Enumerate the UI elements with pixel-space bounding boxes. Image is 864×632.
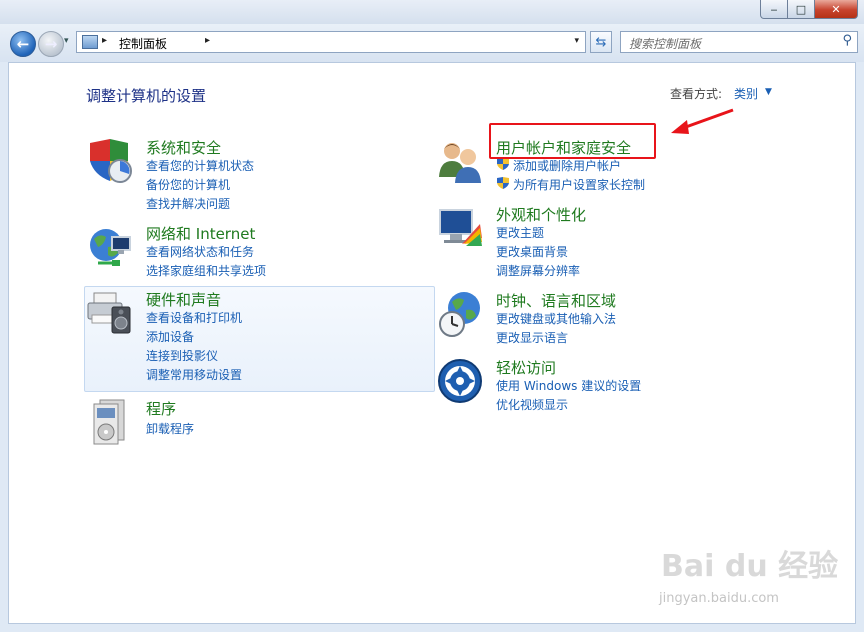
recent-pages-dropdown[interactable]: ▾	[64, 36, 69, 46]
breadcrumb-separator[interactable]: ▸	[205, 35, 210, 46]
link-change-input-method[interactable]: 更改键盘或其他输入法	[496, 310, 616, 327]
maximize-button[interactable]: □	[788, 0, 815, 19]
control-panel-icon	[82, 35, 98, 49]
breadcrumb-control-panel[interactable]: 控制面板	[119, 35, 167, 52]
network-internet-icon	[90, 229, 131, 266]
uac-shield-icon	[497, 177, 509, 189]
programs-icon	[93, 399, 125, 445]
link-devices-printers[interactable]: 查看设备和打印机	[146, 309, 242, 326]
uac-shield-icon	[497, 158, 509, 170]
link-homegroup-sharing[interactable]: 选择家庭组和共享选项	[146, 262, 266, 279]
link-view-computer-status[interactable]: 查看您的计算机状态	[146, 157, 254, 174]
address-bar[interactable]: ▸ 控制面板 ▸ ▾	[76, 31, 586, 53]
link-optimize-video[interactable]: 优化视频显示	[496, 396, 568, 413]
link-troubleshoot[interactable]: 查找并解决问题	[146, 195, 230, 212]
control-panel-content: 调整计算机的设置 查看方式: 类别 ▼ 系统和安全 查看您的计算机状态 备份您的…	[8, 62, 856, 624]
link-view-network-status[interactable]: 查看网络状态和任务	[146, 243, 254, 260]
minimize-button[interactable]: ‒	[760, 0, 788, 19]
chevron-down-icon[interactable]: ▼	[765, 87, 772, 97]
category-title[interactable]: 时钟、语言和区域	[496, 290, 616, 311]
address-dropdown-icon[interactable]: ▾	[574, 36, 579, 46]
baidu-watermark: Bai du 经验	[661, 549, 839, 584]
category-title[interactable]: 系统和安全	[146, 137, 221, 158]
baidu-watermark-url: jingyan.baidu.com	[659, 591, 779, 606]
category-hover-highlight	[84, 286, 435, 392]
clock-language-icon	[439, 292, 480, 337]
page-title: 调整计算机的设置	[86, 87, 207, 105]
title-bar: ‒ □ ✕	[0, 0, 864, 24]
ease-of-access-icon	[438, 359, 482, 403]
link-parental-controls[interactable]: 为所有用户设置家长控制	[513, 176, 645, 193]
link-change-desktop-background[interactable]: 更改桌面背景	[496, 243, 568, 260]
window-controls: ‒ □ ✕	[760, 0, 858, 19]
link-connect-projector[interactable]: 连接到投影仪	[146, 347, 218, 364]
search-input[interactable]: 搜索控制面板 ⚲	[620, 31, 858, 53]
link-add-remove-accounts[interactable]: 添加或删除用户帐户	[513, 157, 621, 174]
category-title[interactable]: 程序	[146, 398, 176, 419]
annotation-highlight-box	[489, 123, 656, 159]
category-title[interactable]: 外观和个性化	[496, 204, 586, 225]
system-security-icon	[90, 139, 132, 183]
link-backup-computer[interactable]: 备份您的计算机	[146, 176, 230, 193]
link-add-device[interactable]: 添加设备	[146, 328, 194, 345]
link-recommended-settings[interactable]: 使用 Windows 建议的设置	[496, 377, 641, 394]
refresh-button[interactable]: ⇆	[590, 31, 612, 53]
link-uninstall-program[interactable]: 卸载程序	[146, 420, 194, 437]
user-accounts-icon	[439, 143, 481, 183]
category-title[interactable]: 网络和 Internet	[146, 223, 255, 244]
search-icon[interactable]: ⚲	[842, 33, 852, 48]
navigation-bar: ← → ▾ ▸ 控制面板 ▸ ▾ ⇆ 搜索控制面板 ⚲	[0, 24, 864, 62]
forward-button[interactable]: →	[38, 31, 64, 57]
link-mobility-settings[interactable]: 调整常用移动设置	[146, 366, 242, 383]
annotation-arrow-icon	[671, 108, 734, 134]
breadcrumb-separator[interactable]: ▸	[102, 35, 107, 46]
appearance-icon	[439, 209, 482, 246]
category-title[interactable]: 轻松访问	[496, 357, 556, 378]
view-by-label: 查看方式:	[670, 87, 723, 101]
category-title[interactable]: 硬件和声音	[146, 289, 221, 310]
search-placeholder: 搜索控制面板	[629, 37, 702, 51]
link-adjust-resolution[interactable]: 调整屏幕分辨率	[496, 262, 580, 279]
view-by-dropdown[interactable]: 类别	[734, 85, 758, 102]
window-bottom-border	[0, 624, 864, 632]
hardware-sound-icon	[87, 292, 131, 334]
back-button[interactable]: ←	[10, 31, 36, 57]
close-button[interactable]: ✕	[815, 0, 858, 19]
link-change-theme[interactable]: 更改主题	[496, 224, 544, 241]
link-change-display-language[interactable]: 更改显示语言	[496, 329, 568, 346]
